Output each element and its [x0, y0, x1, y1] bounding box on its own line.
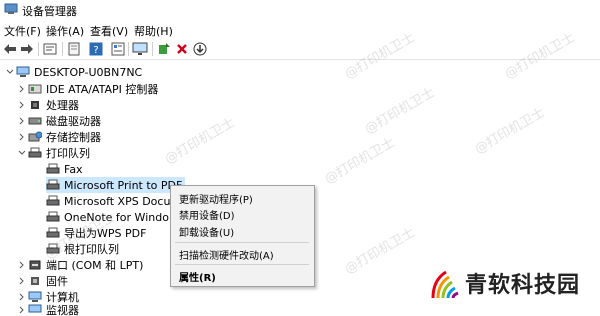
- brand-name: 青软科技园: [465, 273, 581, 298]
- menu-scan-hardware[interactable]: 扫描检测硬件改动(A): [179, 247, 274, 262]
- menu-file[interactable]: 文件(F): [4, 23, 41, 39]
- tree-item-label: 磁盘驱动器: [46, 115, 101, 128]
- back-arrow-icon[interactable]: [2, 41, 18, 57]
- properties-icon[interactable]: [42, 41, 58, 57]
- tree-item-storage[interactable]: 存储控制器: [16, 129, 101, 145]
- tree-item-ports[interactable]: 端口 (COM 和 LPT): [16, 257, 143, 273]
- computer-icon: [16, 66, 30, 78]
- port-icon: [28, 259, 42, 271]
- chevron-right-icon[interactable]: [16, 291, 28, 303]
- tree-item-label: 处理器: [46, 99, 79, 112]
- tree-item-processor[interactable]: 处理器: [16, 97, 79, 113]
- menu-view[interactable]: 查看(V): [90, 23, 128, 39]
- uninstall-x-icon[interactable]: [174, 41, 190, 57]
- disk-drive-icon: [28, 115, 42, 127]
- chevron-right-icon[interactable]: [16, 99, 28, 111]
- tree-item-ide[interactable]: IDE ATA/ATAPI 控制器: [16, 81, 158, 97]
- menu-bar: 文件(F) 操作(A) 查看(V) 帮助(H): [0, 20, 600, 39]
- printer-icon: [28, 147, 42, 159]
- printer-icon: [46, 195, 60, 207]
- chevron-right-icon[interactable]: [16, 115, 28, 127]
- chevron-down-icon[interactable]: [4, 66, 16, 78]
- tree-root[interactable]: DESKTOP-U0BN7NC: [4, 64, 142, 80]
- toolbar: ?: [0, 39, 600, 60]
- brand-logo: 青软科技园: [427, 262, 597, 304]
- tree-item-label: Fax: [64, 162, 83, 176]
- printer-icon: [46, 179, 60, 191]
- tree-item-firmware[interactable]: 固件: [16, 273, 68, 289]
- tree-item-label: 端口 (COM 和 LPT): [46, 259, 144, 272]
- monitor-icon[interactable]: [132, 41, 148, 57]
- tree-item-label: Microsoft XPS Docu: [64, 194, 171, 208]
- tree-item-label: Microsoft Print to PDF: [64, 178, 183, 192]
- menu-help[interactable]: 帮助(H): [134, 23, 173, 39]
- chevron-right-icon[interactable]: [16, 131, 28, 143]
- download-icon[interactable]: [192, 41, 208, 57]
- tree-item-label: 监视器: [46, 304, 79, 316]
- firmware-icon: [28, 275, 42, 287]
- chevron-right-icon[interactable]: [16, 259, 28, 271]
- window-title: 设备管理器: [22, 5, 77, 18]
- storage-controller-icon: [28, 131, 42, 143]
- tree-item-fax[interactable]: Fax: [46, 161, 83, 177]
- menu-disable-device[interactable]: 禁用设备(D): [179, 207, 235, 222]
- forward-arrow-icon[interactable]: [19, 41, 35, 57]
- chevron-right-icon[interactable]: [16, 304, 28, 316]
- chevron-down-icon[interactable]: [16, 147, 28, 159]
- details-icon[interactable]: [110, 41, 126, 57]
- chevron-right-icon[interactable]: [16, 275, 28, 287]
- menu-update-driver[interactable]: 更新驱动程序(P): [179, 191, 253, 206]
- monitor-icon: [28, 304, 42, 316]
- printer-icon: [46, 163, 60, 175]
- tree-item-label: 打印队列: [46, 147, 90, 160]
- title-bar: 设备管理器: [0, 0, 600, 20]
- menu-action[interactable]: 操作(A): [46, 23, 84, 39]
- help-book-icon[interactable]: [66, 41, 82, 57]
- device-manager-icon: [4, 3, 18, 14]
- help-question-icon[interactable]: ?: [88, 41, 104, 57]
- chevron-right-icon[interactable]: [16, 83, 28, 95]
- tree-item-label: 存储控制器: [46, 131, 101, 144]
- tree-item-monitor[interactable]: 监视器: [16, 304, 79, 316]
- tree-item-label: 固件: [46, 275, 68, 288]
- printer-icon: [46, 211, 60, 223]
- tree-item-computer[interactable]: 计算机: [16, 289, 79, 305]
- svg-text:?: ?: [93, 45, 98, 56]
- computer-icon: [28, 291, 42, 303]
- menu-properties[interactable]: 属性(R): [179, 269, 216, 284]
- tree-item-print-queue[interactable]: 打印队列: [16, 145, 90, 161]
- processor-icon: [28, 99, 42, 111]
- update-driver-icon[interactable]: [156, 41, 172, 57]
- tree-item-print-to-pdf[interactable]: Microsoft Print to PDF: [46, 177, 186, 193]
- tree-item-disk[interactable]: 磁盘驱动器: [16, 113, 101, 129]
- tree-root-label: DESKTOP-U0BN7NC: [34, 65, 143, 79]
- tree-item-label: IDE ATA/ATAPI 控制器: [46, 83, 159, 96]
- brand-icon: [431, 270, 459, 299]
- ide-controller-icon: [28, 83, 42, 95]
- context-menu: 更新驱动程序(P) 禁用设备(D) 卸载设备(U) 扫描检测硬件改动(A) 属性…: [170, 185, 315, 287]
- tree-item-label: 计算机: [46, 291, 79, 304]
- menu-uninstall-device[interactable]: 卸载设备(U): [179, 224, 234, 239]
